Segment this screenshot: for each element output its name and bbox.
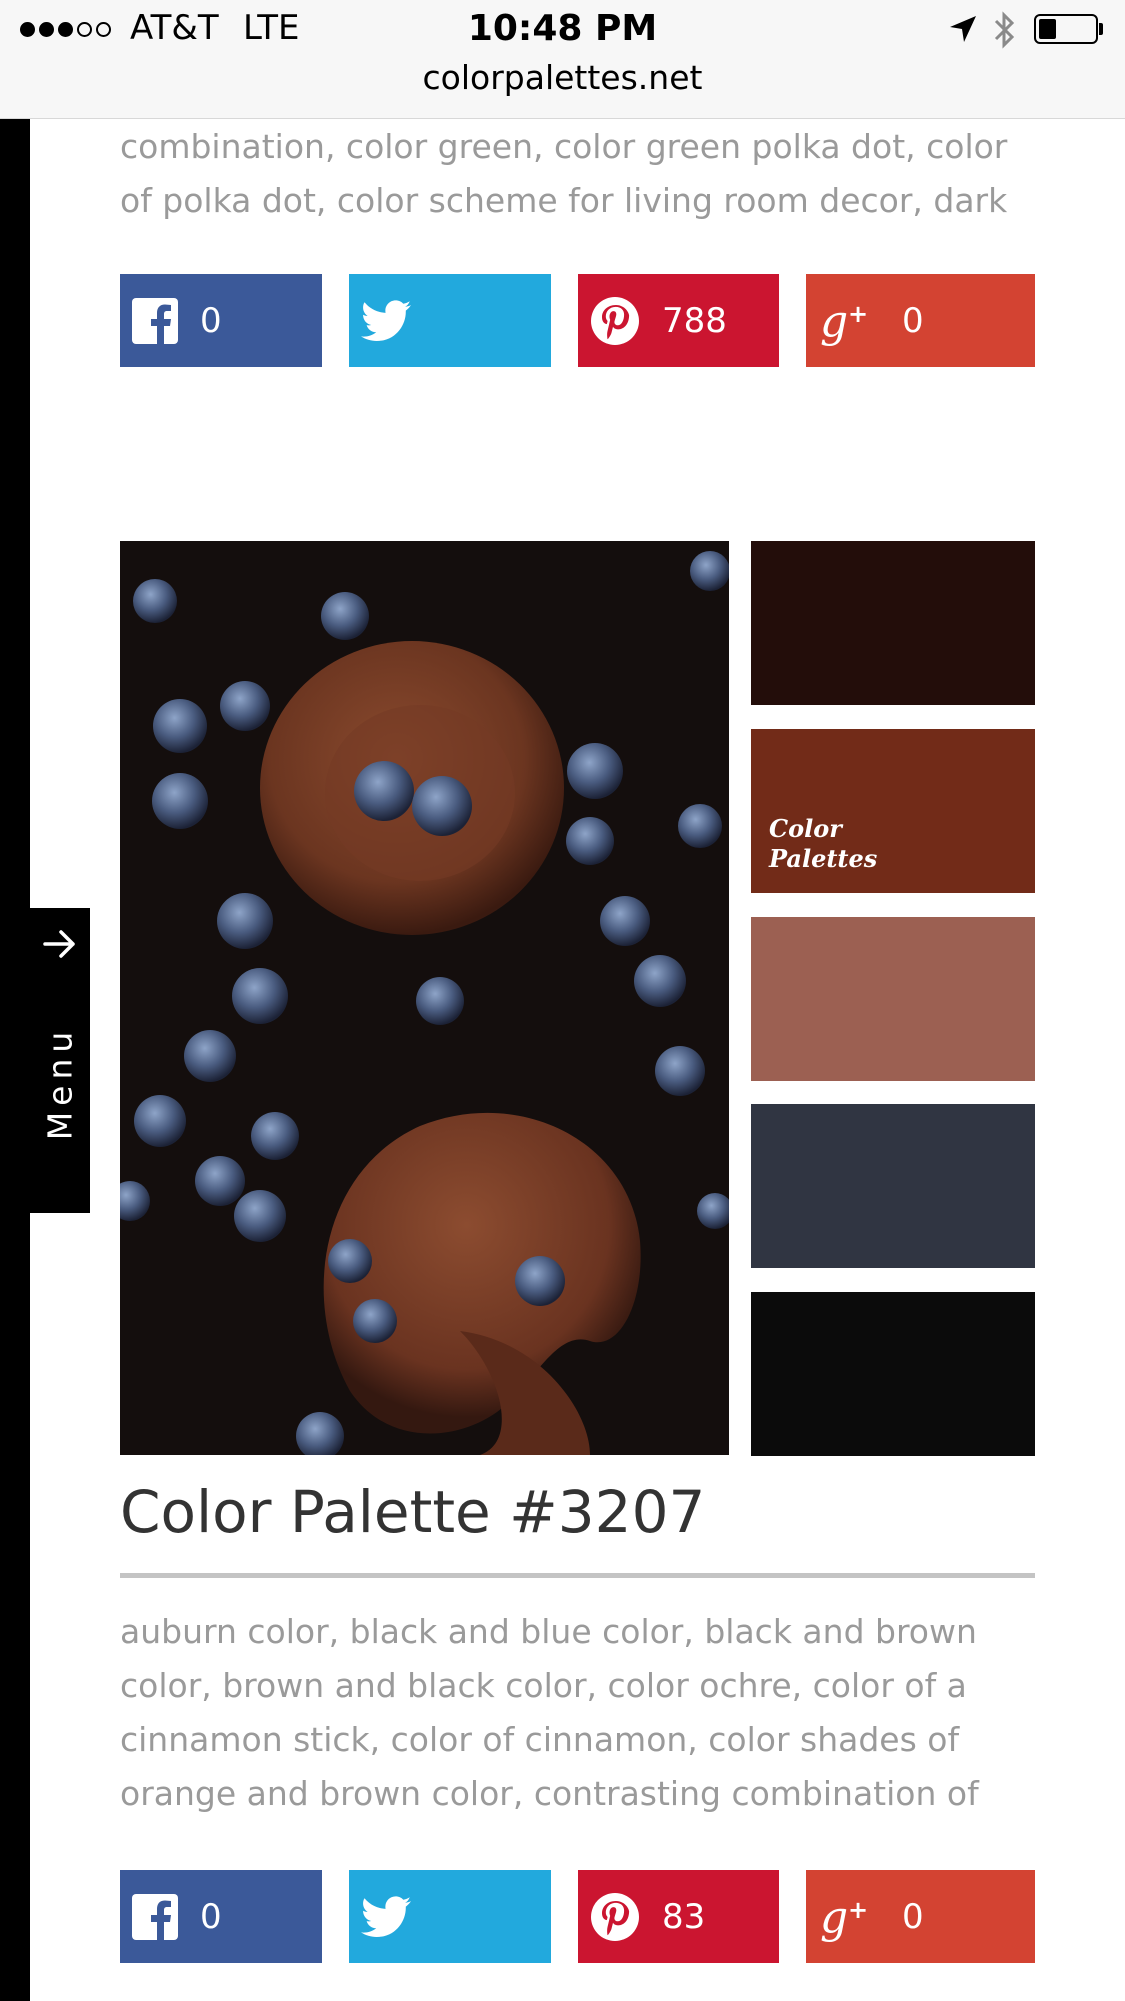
palette-title[interactable]: Color Palette #3207: [120, 1478, 705, 1546]
pinterest-icon: [591, 296, 639, 345]
pinterest-share-count: 83: [662, 1896, 706, 1937]
palette-swatch-1[interactable]: [751, 541, 1035, 705]
svg-text:g: g: [820, 1892, 848, 1942]
twitter-share-button[interactable]: [349, 1870, 551, 1963]
facebook-share-count: 0: [200, 1896, 222, 1937]
previous-palette-share-row: 0 788 g + 0: [120, 274, 1035, 367]
facebook-share-button[interactable]: 0: [120, 1870, 322, 1963]
logo-line-1: Color: [769, 814, 842, 843]
battery-icon: [1034, 14, 1098, 44]
twitter-share-button[interactable]: [349, 274, 551, 367]
side-menu-rail: [0, 119, 30, 2001]
palette-share-row: 0 83 g + 0: [120, 1870, 1035, 1963]
address-bar-url[interactable]: colorpalettes.net: [0, 58, 1125, 97]
googleplus-share-button[interactable]: g + 0: [806, 1870, 1035, 1963]
googleplus-share-count: 0: [902, 1896, 924, 1937]
pinterest-share-count: 788: [662, 300, 727, 341]
facebook-icon: [132, 297, 178, 344]
svg-text:g: g: [820, 296, 848, 346]
palette-tags: auburn color, black and blue color, blac…: [120, 1612, 979, 1813]
browser-top-bar: AT&T LTE 10:48 PM colorpalettes.net: [0, 0, 1125, 119]
twitter-icon: [361, 299, 411, 341]
logo-line-2: Palettes: [769, 844, 878, 873]
palette-swatch-3[interactable]: [751, 917, 1035, 1081]
previous-palette-tags: combination, color green, color green po…: [120, 127, 1008, 220]
googleplus-icon: g +: [820, 1892, 868, 1942]
svg-text:+: +: [848, 1896, 868, 1924]
chocolate-cakes-blueberries-image: [120, 541, 729, 1455]
googleplus-share-count: 0: [902, 300, 924, 341]
bluetooth-icon: [994, 11, 1015, 49]
pinterest-share-button[interactable]: 788: [578, 274, 779, 367]
googleplus-share-button[interactable]: g + 0: [806, 274, 1035, 367]
status-bar: AT&T LTE 10:48 PM: [0, 0, 1125, 62]
svg-text:+: +: [848, 300, 868, 328]
color-palettes-logo: Color Palettes: [769, 814, 877, 874]
pinterest-icon: [591, 1892, 639, 1941]
palette-photo[interactable]: [120, 541, 729, 1455]
googleplus-icon: g +: [820, 296, 868, 346]
menu-label: Menu: [40, 1025, 80, 1141]
palette-swatch-5[interactable]: [751, 1292, 1035, 1456]
twitter-icon: [361, 1895, 411, 1937]
palette-swatch-4[interactable]: [751, 1104, 1035, 1268]
facebook-share-button[interactable]: 0: [120, 274, 322, 367]
location-arrow-icon: [950, 16, 976, 42]
menu-toggle-button[interactable]: Menu: [30, 908, 90, 1213]
facebook-share-count: 0: [200, 300, 222, 341]
facebook-icon: [132, 1893, 178, 1940]
battery-cap: [1099, 23, 1103, 35]
title-divider: [120, 1573, 1035, 1578]
arrow-right-icon: [43, 930, 75, 958]
pinterest-share-button[interactable]: 83: [578, 1870, 779, 1963]
palette-swatch-2[interactable]: Color Palettes: [751, 729, 1035, 893]
